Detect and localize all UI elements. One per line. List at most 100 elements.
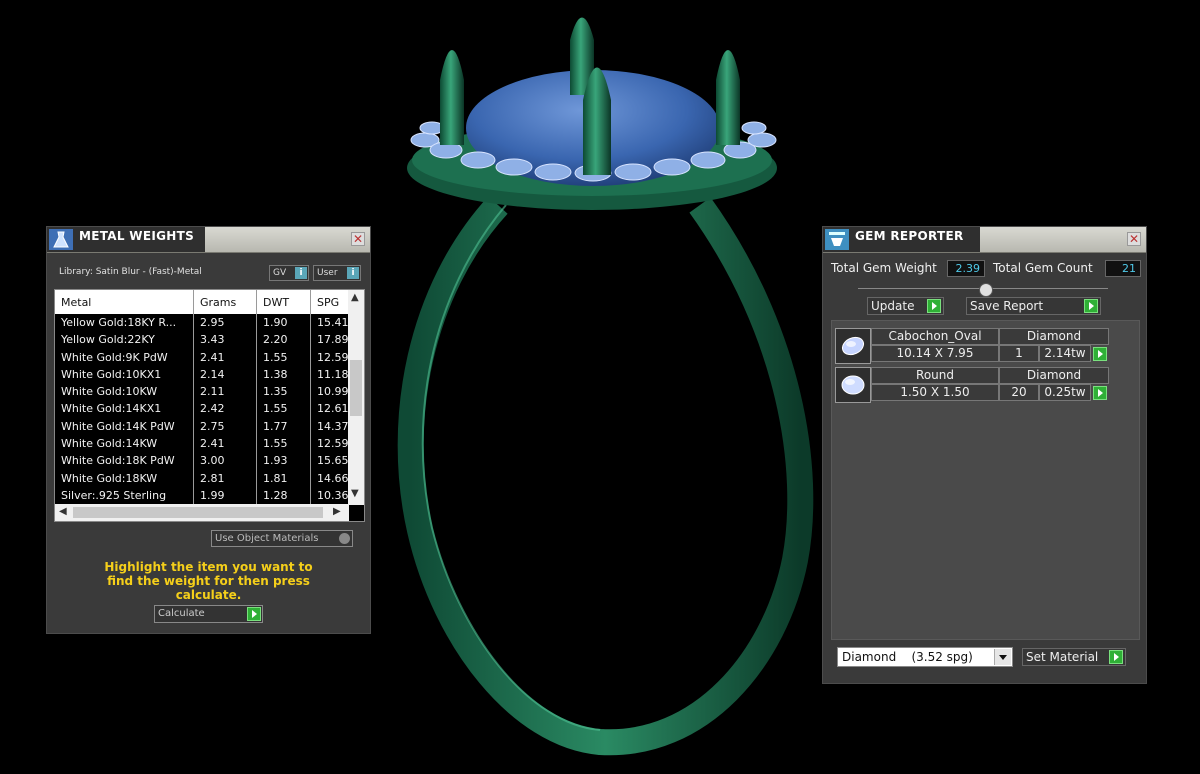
table-row[interactable]: White Gold:10KX1 2.14 1.38 11.18 [55,366,349,383]
gem-reporter-titlebar[interactable]: GEM REPORTER ✕ [823,227,1146,253]
chevron-down-icon[interactable] [994,649,1011,665]
table-cell: 10.99 [317,385,349,399]
scroll-up-icon[interactable]: ▲ [351,292,359,303]
calculate-button[interactable]: Calculate [154,605,263,623]
gem-row[interactable]: Cabochon_Oval Diamond 10.14 X 7.95 1 2.1… [835,328,1112,364]
gem-report-icon [825,229,849,250]
scroll-down-icon[interactable]: ▼ [351,488,359,499]
table-cell: 15.65 [317,454,349,468]
column-header-metal[interactable]: Metal [61,296,91,309]
use-object-materials-button[interactable]: Use Object Materials [211,530,353,547]
table-cell: 1.38 [263,367,288,381]
column-header-spg[interactable]: SPG [317,296,339,309]
table-row[interactable]: White Gold:10KW 2.11 1.35 10.99 [55,383,349,400]
metal-weights-title: METAL WEIGHTS [79,229,195,243]
column-header-grams[interactable]: Grams [200,296,236,309]
round-gem-icon [835,367,871,403]
table-cell: 2.42 [200,402,225,416]
play-icon[interactable] [1093,386,1107,400]
save-report-button[interactable]: Save Report [966,297,1101,315]
table-cell: 2.20 [263,333,288,347]
table-cell: 1.55 [263,402,288,416]
cabochon-oval-icon [835,328,871,364]
table-cell: 12.61 [317,402,349,416]
gem-reporter-panel: GEM REPORTER ✕ Total Gem Weight 2.39 Tot… [822,226,1147,684]
table-row[interactable]: Yellow Gold:22KY 3.43 2.20 17.89 [55,331,349,348]
gem-size: 1.50 X 1.50 [871,384,999,401]
total-gem-count-value: 21 [1105,260,1141,277]
metal-weights-panel: METAL WEIGHTS ✕ Library: Satin Blur - (F… [46,226,371,634]
table-cell: 12.59 [317,437,349,451]
scroll-left-icon[interactable]: ◀ [59,506,67,517]
table-cell: White Gold:18KW [61,471,158,485]
table-cell: 1.99 [200,488,225,502]
material-select[interactable]: Diamond (3.52 spg) [837,647,1013,667]
gem-material: Diamond [999,328,1109,345]
total-gem-weight-value: 2.39 [947,260,985,277]
horizontal-scrollbar[interactable]: ◀ ▶ [55,504,349,521]
info-icon: i [347,267,359,279]
table-cell: 1.90 [263,316,288,329]
table-cell: 2.81 [200,471,225,485]
user-button[interactable]: User i [313,265,361,281]
close-icon[interactable]: ✕ [1127,232,1141,246]
play-icon [1084,299,1098,313]
hint-text: Highlight the item you want to find the … [104,560,313,602]
table-row[interactable]: White Gold:14K PdW 2.75 1.77 14.37 [55,418,349,435]
table-cell: 14.66 [317,471,349,485]
table-cell: 1.35 [263,385,288,399]
table-cell: 3.00 [200,454,225,468]
gem-size: 10.14 X 7.95 [871,345,999,362]
table-cell: 1.55 [263,350,288,364]
gem-count: 20 [999,384,1039,401]
ring-model [397,17,814,756]
table-row[interactable]: White Gold:18K PdW 3.00 1.93 15.65 [55,452,349,469]
table-cell: Silver:.925 Sterling [61,488,167,502]
vertical-scrollbar[interactable]: ▲ ▼ [348,290,364,505]
gem-count: 1 [999,345,1039,362]
table-cell: 2.95 [200,316,225,329]
play-icon[interactable] [1093,347,1107,361]
table-row[interactable]: White Gold:18KW 2.81 1.81 14.66 [55,470,349,487]
table-cell: 1.93 [263,454,288,468]
metal-rows: Yellow Gold:18KY R... 2.95 1.90 15.41 Yellow… [55,314,349,504]
radio-icon [339,533,350,544]
table-cell: White Gold:14K PdW [61,419,175,433]
set-material-button[interactable]: Set Material [1022,648,1126,666]
table-header: Metal Grams DWT SPG [55,290,349,314]
close-icon[interactable]: ✕ [351,232,365,246]
table-cell: White Gold:9K PdW [61,350,168,364]
metal-weights-titlebar[interactable]: METAL WEIGHTS ✕ [47,227,370,253]
slider-knob[interactable] [979,283,993,297]
metal-table[interactable]: Metal Grams DWT SPG Yellow Gold:18KY R..… [54,289,365,522]
table-cell: 11.18 [317,367,349,381]
table-row[interactable]: Yellow Gold:18KY R... 2.95 1.90 15.41 [55,314,349,331]
table-row[interactable]: Silver:.925 Sterling 1.99 1.28 10.36 [55,487,349,504]
table-cell: 3.43 [200,333,225,347]
table-cell: Yellow Gold:18KY R... [61,316,177,329]
table-row[interactable]: White Gold:9K PdW 2.41 1.55 12.59 [55,349,349,366]
table-row[interactable]: White Gold:14KW 2.41 1.55 12.59 [55,435,349,452]
table-cell: 2.41 [200,350,225,364]
table-cell: 15.41 [317,316,349,329]
table-cell: Yellow Gold:22KY [61,333,155,347]
gem-shape: Cabochon_Oval [871,328,999,345]
table-cell: 2.41 [200,437,225,451]
total-gem-weight-label: Total Gem Weight [831,261,937,275]
table-row[interactable]: White Gold:14KX1 2.42 1.55 12.61 [55,400,349,417]
table-cell: White Gold:10KX1 [61,367,162,381]
gem-list[interactable]: Cabochon_Oval Diamond 10.14 X 7.95 1 2.1… [831,320,1140,640]
column-header-dwt[interactable]: DWT [263,296,289,309]
update-button[interactable]: Update [867,297,944,315]
table-cell: 14.37 [317,419,349,433]
gem-row[interactable]: Round Diamond 1.50 X 1.50 20 0.25tw [835,367,1112,403]
table-cell: White Gold:14KX1 [61,402,162,416]
scroll-right-icon[interactable]: ▶ [333,506,341,517]
metal-flask-icon [49,229,73,250]
play-icon [927,299,941,313]
gem-weight: 2.14tw [1039,345,1091,362]
gv-button[interactable]: GV i [269,265,309,281]
table-cell: White Gold:18K PdW [61,454,175,468]
ring-band [397,196,814,756]
table-cell: 10.36 [317,488,349,502]
